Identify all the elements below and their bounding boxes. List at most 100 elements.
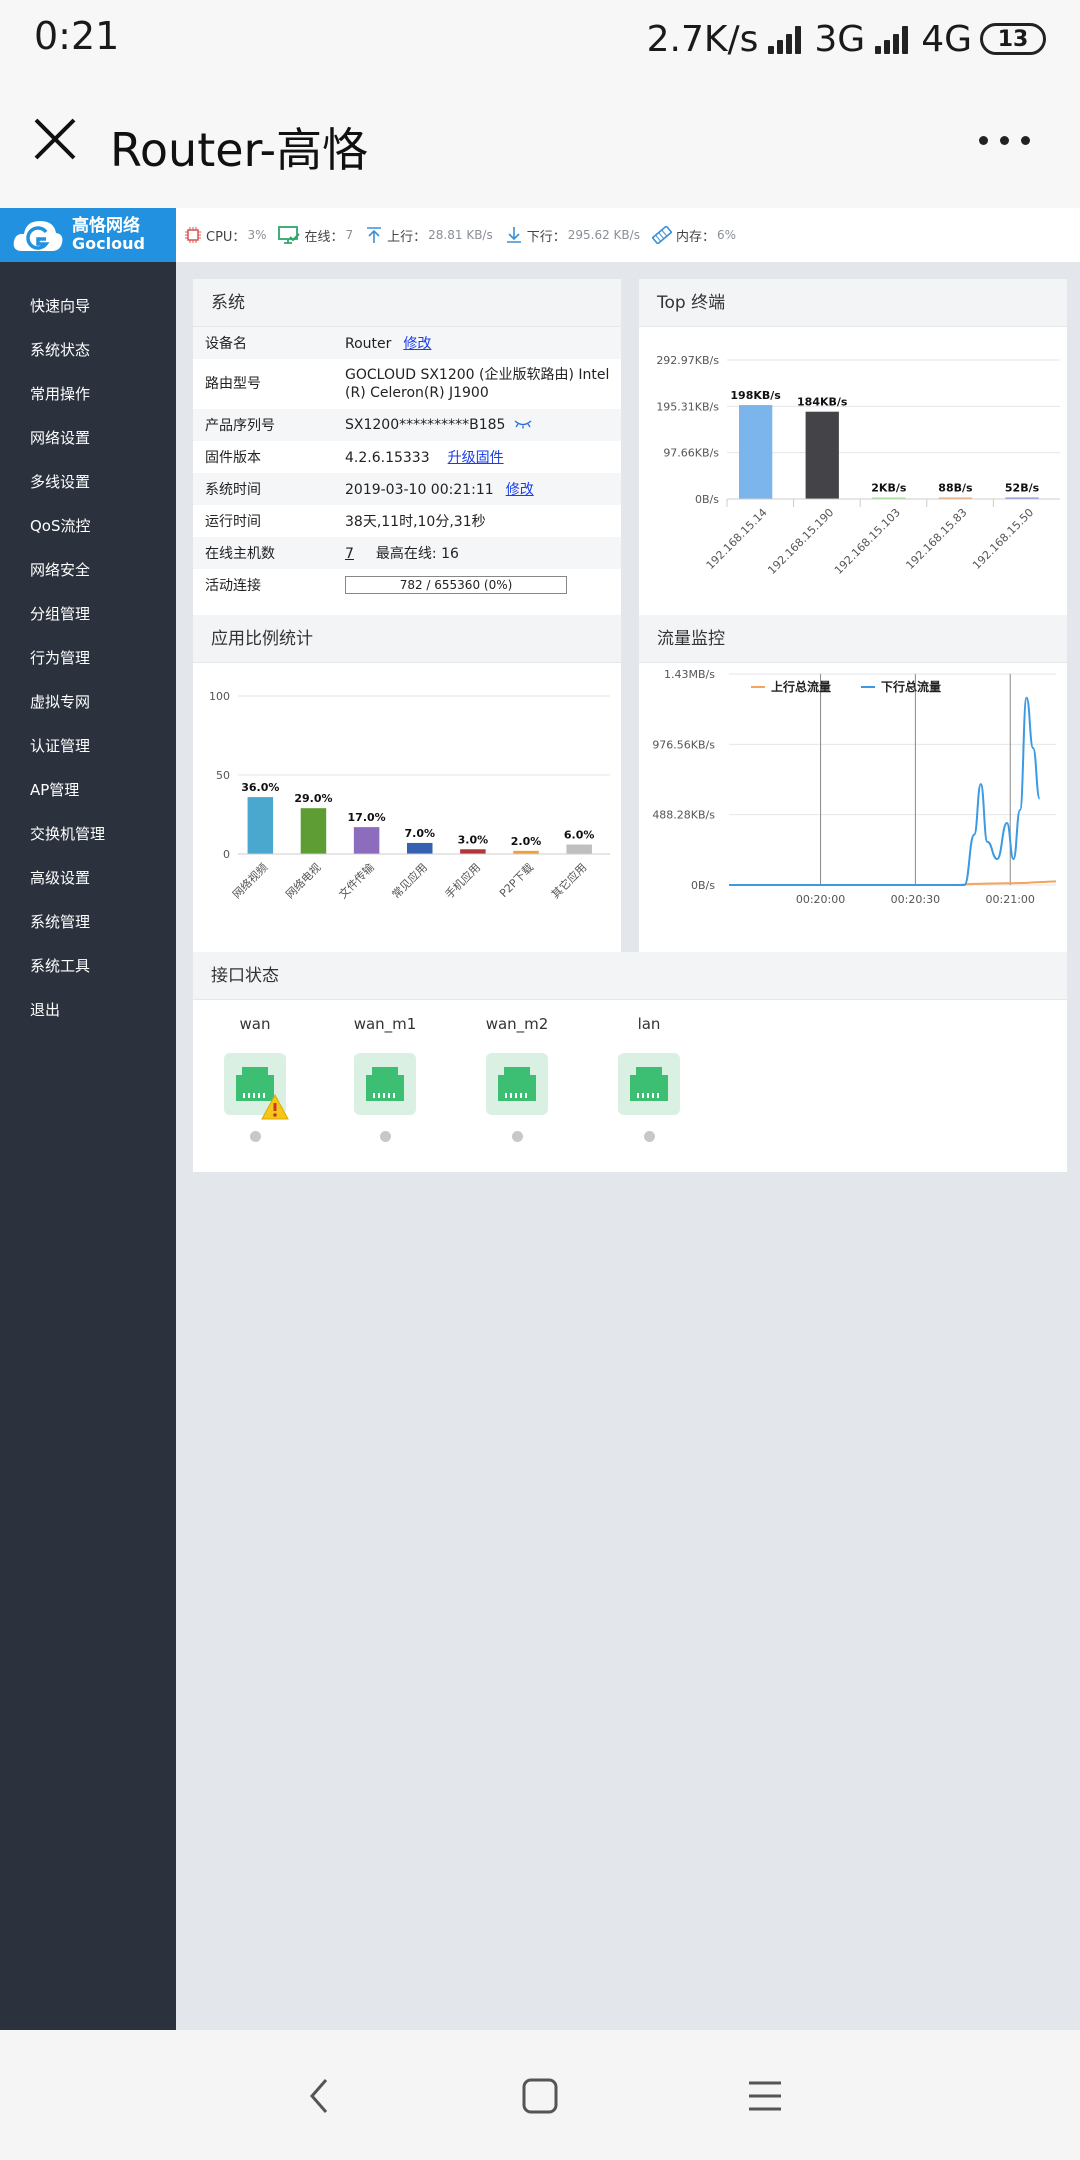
- sidebar-item-groups[interactable]: 分组管理: [0, 592, 176, 636]
- ethernet-port-icon[interactable]: [354, 1053, 416, 1115]
- back-icon[interactable]: [300, 2076, 340, 2116]
- eye-closed-icon[interactable]: [514, 419, 532, 429]
- system-info-table: 设备名 Router 修改 路由型号 GOCLOUD SX1200 (企业版软路由…: [193, 327, 621, 601]
- online-stat: 在线： 7: [278, 226, 353, 245]
- interface-wan[interactable]: wan: [215, 1015, 295, 1142]
- device-name-value: Router: [345, 336, 392, 352]
- memory-stat: 内存： 6%: [651, 226, 736, 245]
- y-tick-label: 195.31KB/s: [656, 400, 719, 413]
- sidebar-item-qos[interactable]: QoS流控: [0, 504, 176, 548]
- online-hosts-link[interactable]: 7: [345, 546, 354, 562]
- system-nav-bar: [0, 2030, 1080, 2160]
- bar-value-label: 7.0%: [404, 827, 435, 840]
- bar[interactable]: [460, 849, 486, 854]
- interface-name: wan: [239, 1015, 271, 1033]
- interface-wan_m2[interactable]: wan_m2: [477, 1015, 557, 1142]
- sidebar-item-system-mgmt[interactable]: 系统管理: [0, 900, 176, 944]
- download-stat: 下行： 295.62 KB/s: [505, 226, 640, 245]
- bar-value-label: 184KB/s: [797, 396, 848, 409]
- sidebar-item-behavior[interactable]: 行为管理: [0, 636, 176, 680]
- bar[interactable]: [300, 808, 327, 854]
- bar-value-label: 198KB/s: [730, 389, 781, 402]
- memory-label: 内存：: [675, 229, 715, 245]
- sidebar-item-network-settings[interactable]: 网络设置: [0, 416, 176, 460]
- sidebar-item-common-ops[interactable]: 常用操作: [0, 372, 176, 416]
- bar-value-label: 52B/s: [1005, 482, 1040, 495]
- menu-icon[interactable]: [745, 2078, 785, 2114]
- online-value: 7: [345, 228, 354, 242]
- uptime-value: 38天,11时,10分,31秒: [345, 514, 486, 530]
- traffic-chart: 0B/s 488.28KB/s 976.56KB/s 1.43MB/s 00:20:00…: [652, 668, 1057, 906]
- y-tick-label: 97.66KB/s: [663, 447, 719, 460]
- bar-value-label: 2KB/s: [871, 482, 907, 495]
- interfaces-title: 接口状态: [193, 952, 1067, 1000]
- traffic-title: 流量监控: [639, 615, 1067, 663]
- ethernet-port-icon[interactable]: [618, 1053, 680, 1115]
- interfaces-card: 接口状态 wan wan_m1 wan_m2 lan: [193, 952, 1067, 1172]
- home-icon[interactable]: [520, 2076, 560, 2116]
- x-tick-label: 手机应用: [442, 860, 483, 901]
- bar-value-label: 3.0%: [458, 833, 489, 846]
- clock: 0:21: [34, 14, 120, 58]
- sidebar-item-multiline[interactable]: 多线设置: [0, 460, 176, 504]
- sidebar-item-security[interactable]: 网络安全: [0, 548, 176, 592]
- bar[interactable]: [738, 405, 773, 499]
- interface-wan_m1[interactable]: wan_m1: [345, 1015, 425, 1142]
- more-options-icon[interactable]: [979, 136, 1030, 145]
- ethernet-port-icon[interactable]: [224, 1053, 289, 1120]
- cpu-stat: CPU： 3%: [184, 226, 266, 245]
- sidebar-item-auth[interactable]: 认证管理: [0, 724, 176, 768]
- row-label: 在线主机数: [205, 546, 275, 562]
- y-tick-label: 488.28KB/s: [652, 809, 715, 822]
- row-firmware: 固件版本 4.2.6.15333 升级固件: [193, 441, 621, 473]
- sidebar-item-system-status[interactable]: 系统状态: [0, 328, 176, 372]
- row-uptime: 运行时间 38天,11时,10分,31秒: [193, 505, 621, 537]
- x-tick-label: 192.168.15.50: [970, 506, 1036, 572]
- x-tick-label: 网络电视: [283, 860, 324, 901]
- x-tick-label: 网络视频: [229, 860, 270, 901]
- cloud-logo-icon: [13, 221, 63, 251]
- logo-cn: 高恪网络: [72, 216, 140, 236]
- max-online-label: 最高在线:: [375, 546, 437, 562]
- sidebar-item-vpn[interactable]: 虚拟专网: [0, 680, 176, 724]
- close-icon[interactable]: [30, 114, 80, 164]
- bar[interactable]: [566, 844, 592, 854]
- upload-value: 28.81 KB/s: [428, 228, 493, 242]
- series-line: [729, 696, 1041, 886]
- sidebar: 高恪网络 Gocloud 快速向导 系统状态 常用操作 网络设置 多线设置 Qo…: [0, 208, 176, 2030]
- sidebar-item-advanced[interactable]: 高级设置: [0, 856, 176, 900]
- edit-time-link[interactable]: 修改: [506, 482, 534, 498]
- interface-lan[interactable]: lan: [609, 1015, 689, 1142]
- battery-icon: 13: [980, 23, 1046, 55]
- interface-status-dot: [511, 1131, 523, 1142]
- legend-label[interactable]: 下行总流量: [881, 679, 941, 694]
- y-tick-label: 1.43MB/s: [664, 668, 715, 681]
- bar[interactable]: [805, 411, 839, 499]
- gocloud-logo[interactable]: 高恪网络 Gocloud: [0, 208, 176, 262]
- cpu-value: 3%: [247, 228, 267, 242]
- app-title-bar: Router-高恪: [0, 78, 1080, 208]
- warning-icon: [261, 1093, 289, 1120]
- bar[interactable]: [353, 827, 380, 854]
- edit-device-name-link[interactable]: 修改: [403, 336, 431, 352]
- sidebar-item-ap[interactable]: AP管理: [0, 768, 176, 812]
- bar[interactable]: [406, 842, 433, 854]
- upgrade-firmware-link[interactable]: 升级固件: [448, 450, 504, 466]
- top-terminals-title: Top 终端: [639, 279, 1067, 327]
- x-tick-label: 其它应用: [548, 860, 589, 901]
- row-online-hosts: 在线主机数 7 最高在线: 16: [193, 537, 621, 569]
- legend-label[interactable]: 上行总流量: [771, 679, 831, 694]
- y-tick-label: 292.97KB/s: [656, 354, 719, 367]
- bar-value-label: 17.0%: [348, 811, 386, 824]
- bar[interactable]: [247, 797, 274, 854]
- sidebar-item-quick-guide[interactable]: 快速向导: [0, 284, 176, 328]
- phone-status-bar: 0:21 2.7K/s 3G 4G 13: [0, 0, 1080, 78]
- row-label: 路由型号: [205, 376, 261, 392]
- ethernet-port-icon[interactable]: [486, 1053, 548, 1115]
- top-terminals-chart: 0B/s 97.66KB/s 195.31KB/s 292.97KB/s 198KB/s…: [656, 354, 1060, 577]
- sidebar-item-system-tools[interactable]: 系统工具: [0, 944, 176, 988]
- y-tick-label: 50: [216, 769, 230, 782]
- sidebar-item-logout[interactable]: 退出: [0, 988, 176, 1032]
- sidebar-item-switch[interactable]: 交换机管理: [0, 812, 176, 856]
- x-tick-label: 00:20:00: [796, 893, 845, 906]
